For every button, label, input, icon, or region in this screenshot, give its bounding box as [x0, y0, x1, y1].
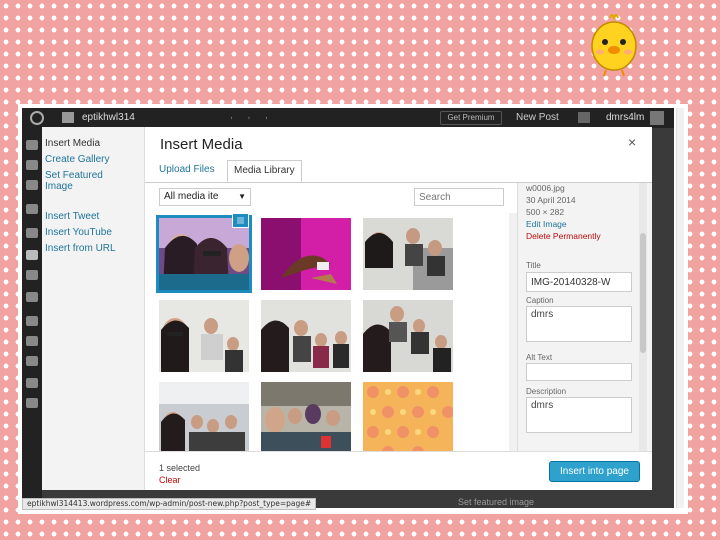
- media-thumbnail[interactable]: [261, 300, 351, 372]
- media-thumbnail[interactable]: [363, 218, 453, 290]
- media-thumbnail[interactable]: [363, 382, 453, 451]
- dashboard-icon[interactable]: [26, 140, 38, 150]
- modal-title: Insert Media: [160, 136, 243, 153]
- edit-image-link[interactable]: Edit Image: [526, 219, 567, 229]
- search-input[interactable]: [414, 188, 504, 206]
- tab-upload-files[interactable]: Upload Files: [153, 160, 221, 182]
- title-field[interactable]: [526, 272, 632, 292]
- alt-text-field[interactable]: [526, 363, 632, 381]
- media-thumbnail[interactable]: [261, 382, 351, 451]
- media-thumbnail[interactable]: [363, 300, 453, 372]
- users-icon[interactable]: [26, 336, 38, 346]
- posts-icon[interactable]: [26, 180, 38, 190]
- user-name-link[interactable]: dmrs4lm: [606, 112, 644, 123]
- pages-icon[interactable]: [26, 250, 38, 260]
- caption-label: Caption: [526, 296, 554, 305]
- media-thumbnail[interactable]: [261, 218, 351, 290]
- title-label: Title: [526, 261, 541, 270]
- status-bar-url: eptikhwl314413.wordpress.com/wp-admin/po…: [22, 498, 317, 510]
- avatar[interactable]: [650, 111, 664, 125]
- modal-footer: 1 selected Clear Insert into page: [145, 451, 652, 490]
- description-label: Description: [526, 387, 567, 396]
- chick-icon: [591, 14, 637, 77]
- appearance-icon[interactable]: [26, 316, 38, 326]
- media-thumbnail[interactable]: [159, 382, 249, 451]
- alt-text-label: Alt Text: [526, 353, 553, 362]
- caption-field[interactable]: dmrs: [526, 306, 632, 342]
- admin-bar-dots: , , ,: [230, 110, 274, 121]
- delete-permanently-link[interactable]: Delete Permanently: [526, 231, 601, 241]
- home-icon[interactable]: [62, 112, 74, 123]
- attachment-filename: w0006.jpg: [526, 183, 565, 193]
- insert-into-page-button[interactable]: Insert into page: [549, 461, 640, 482]
- media-grid: [145, 213, 517, 451]
- collapse-icon[interactable]: [26, 398, 38, 408]
- description-field[interactable]: dmrs: [526, 397, 632, 433]
- store-icon[interactable]: [26, 160, 38, 170]
- details-scroll-handle[interactable]: [640, 233, 646, 353]
- links-icon[interactable]: [26, 228, 38, 238]
- admin-bar: eptikhwl314 , , , Get Premium New Post d…: [22, 108, 674, 128]
- attachment-dimensions: 500 × 282: [526, 207, 565, 217]
- stats-icon[interactable]: [26, 204, 38, 214]
- menu-insert-tweet[interactable]: Insert Tweet: [45, 211, 99, 222]
- attachment-date: 30 April 2014: [526, 195, 576, 205]
- details-scrollbar[interactable]: [639, 183, 647, 451]
- page-scrollbar[interactable]: [676, 108, 684, 508]
- set-featured-image-link[interactable]: Set featured image: [458, 497, 534, 507]
- selected-check-icon[interactable]: [232, 213, 249, 228]
- settings-icon[interactable]: [26, 378, 38, 388]
- caret-down-icon: ▼: [238, 192, 246, 201]
- media-filter-select[interactable]: All media ite ▼: [159, 188, 251, 206]
- notification-icon[interactable]: [578, 112, 590, 123]
- comments-icon[interactable]: [26, 270, 38, 280]
- media-thumbnail[interactable]: [156, 215, 252, 293]
- menu-create-gallery[interactable]: Create Gallery: [45, 154, 109, 165]
- clear-selection-link[interactable]: Clear: [159, 475, 181, 485]
- new-post-link[interactable]: New Post: [516, 112, 559, 123]
- selection-count: 1 selected: [159, 463, 201, 473]
- media-toolbar: All media ite ▼: [145, 183, 517, 213]
- media-filter-value: All media ite: [164, 191, 219, 202]
- tab-media-library[interactable]: Media Library: [227, 160, 302, 182]
- menu-insert-media[interactable]: Insert Media: [45, 138, 100, 149]
- feedback-icon[interactable]: [26, 292, 38, 302]
- menu-set-featured-image[interactable]: Set Featured Image: [45, 170, 125, 192]
- media-menu: Insert Media Create Gallery Set Featured…: [42, 127, 145, 490]
- close-icon[interactable]: ×: [628, 134, 636, 150]
- grid-scrollbar[interactable]: [509, 213, 517, 451]
- wordpress-logo-icon[interactable]: [30, 111, 44, 125]
- menu-insert-from-url[interactable]: Insert from URL: [45, 243, 116, 254]
- tools-icon[interactable]: [26, 356, 38, 366]
- insert-media-modal: Insert Media Create Gallery Set Featured…: [42, 127, 652, 490]
- admin-menu: [22, 128, 42, 508]
- menu-insert-youtube[interactable]: Insert YouTube: [45, 227, 112, 238]
- get-premium-button[interactable]: Get Premium: [440, 111, 502, 125]
- media-thumbnail[interactable]: [159, 300, 249, 372]
- attachment-details: w0006.jpg 30 April 2014 500 × 282 Edit I…: [517, 183, 652, 451]
- site-name-link[interactable]: eptikhwl314: [82, 112, 135, 123]
